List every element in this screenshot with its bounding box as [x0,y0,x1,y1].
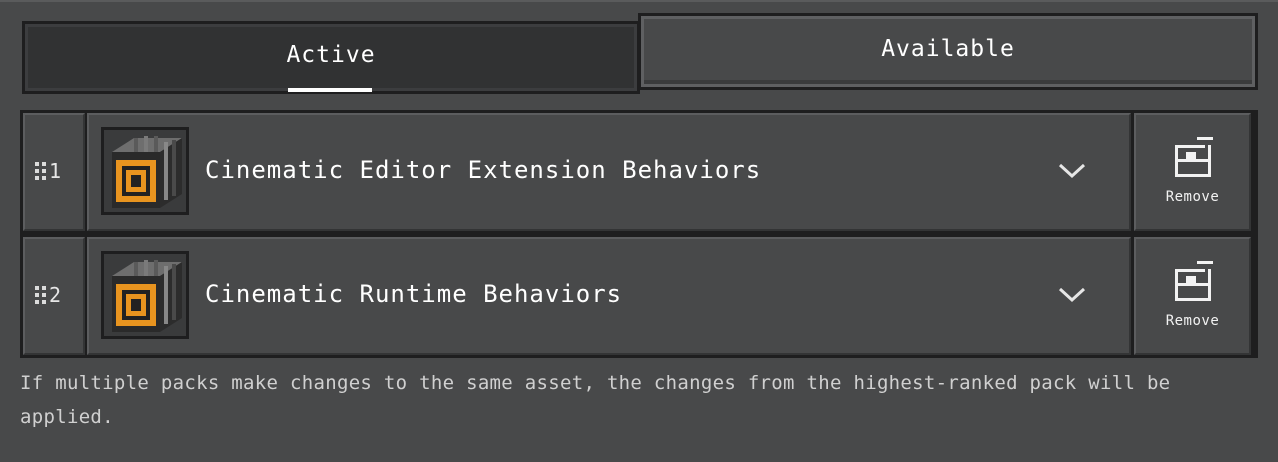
active-pack-list: 1 Cinematic Editor Extension Behaviors R… [20,110,1258,358]
tab-selected-indicator [288,88,372,92]
remove-pack-icon [1175,261,1213,301]
remove-pack-icon [1175,137,1213,177]
pack-priority-note: If multiple packs make changes to the sa… [20,372,1171,428]
pack-rank: 2 [49,283,62,307]
remove-label: Remove [1165,189,1220,205]
tab-available-label: Available [881,36,1015,62]
remove-label: Remove [1165,313,1220,329]
chevron-down-icon[interactable] [1057,283,1087,305]
chevron-down-icon[interactable] [1057,159,1087,181]
tab-active[interactable]: Active [22,21,640,94]
drag-handle-icon [35,286,46,304]
pack-rank: 1 [49,159,62,183]
pack-name: Cinematic Runtime Behaviors [205,280,623,308]
tab-available[interactable]: Available [638,13,1258,90]
remove-button[interactable]: Remove [1134,113,1251,231]
pack-row: 1 Cinematic Editor Extension Behaviors R… [23,113,1255,231]
top-divider [0,0,1278,2]
drag-handle[interactable]: 2 [23,237,85,355]
cinematic-pack-icon [101,251,189,339]
pack-details-toggle[interactable]: Cinematic Runtime Behaviors [87,237,1131,355]
remove-button[interactable]: Remove [1134,237,1251,355]
drag-handle[interactable]: 1 [23,113,85,231]
drag-handle-icon [35,162,46,180]
tab-active-label: Active [286,42,376,68]
pack-details-toggle[interactable]: Cinematic Editor Extension Behaviors [87,113,1131,231]
pack-row: 2 Cinematic Runtime Behaviors Remove [23,237,1255,355]
cinematic-pack-icon [101,127,189,215]
pack-name: Cinematic Editor Extension Behaviors [205,156,762,184]
